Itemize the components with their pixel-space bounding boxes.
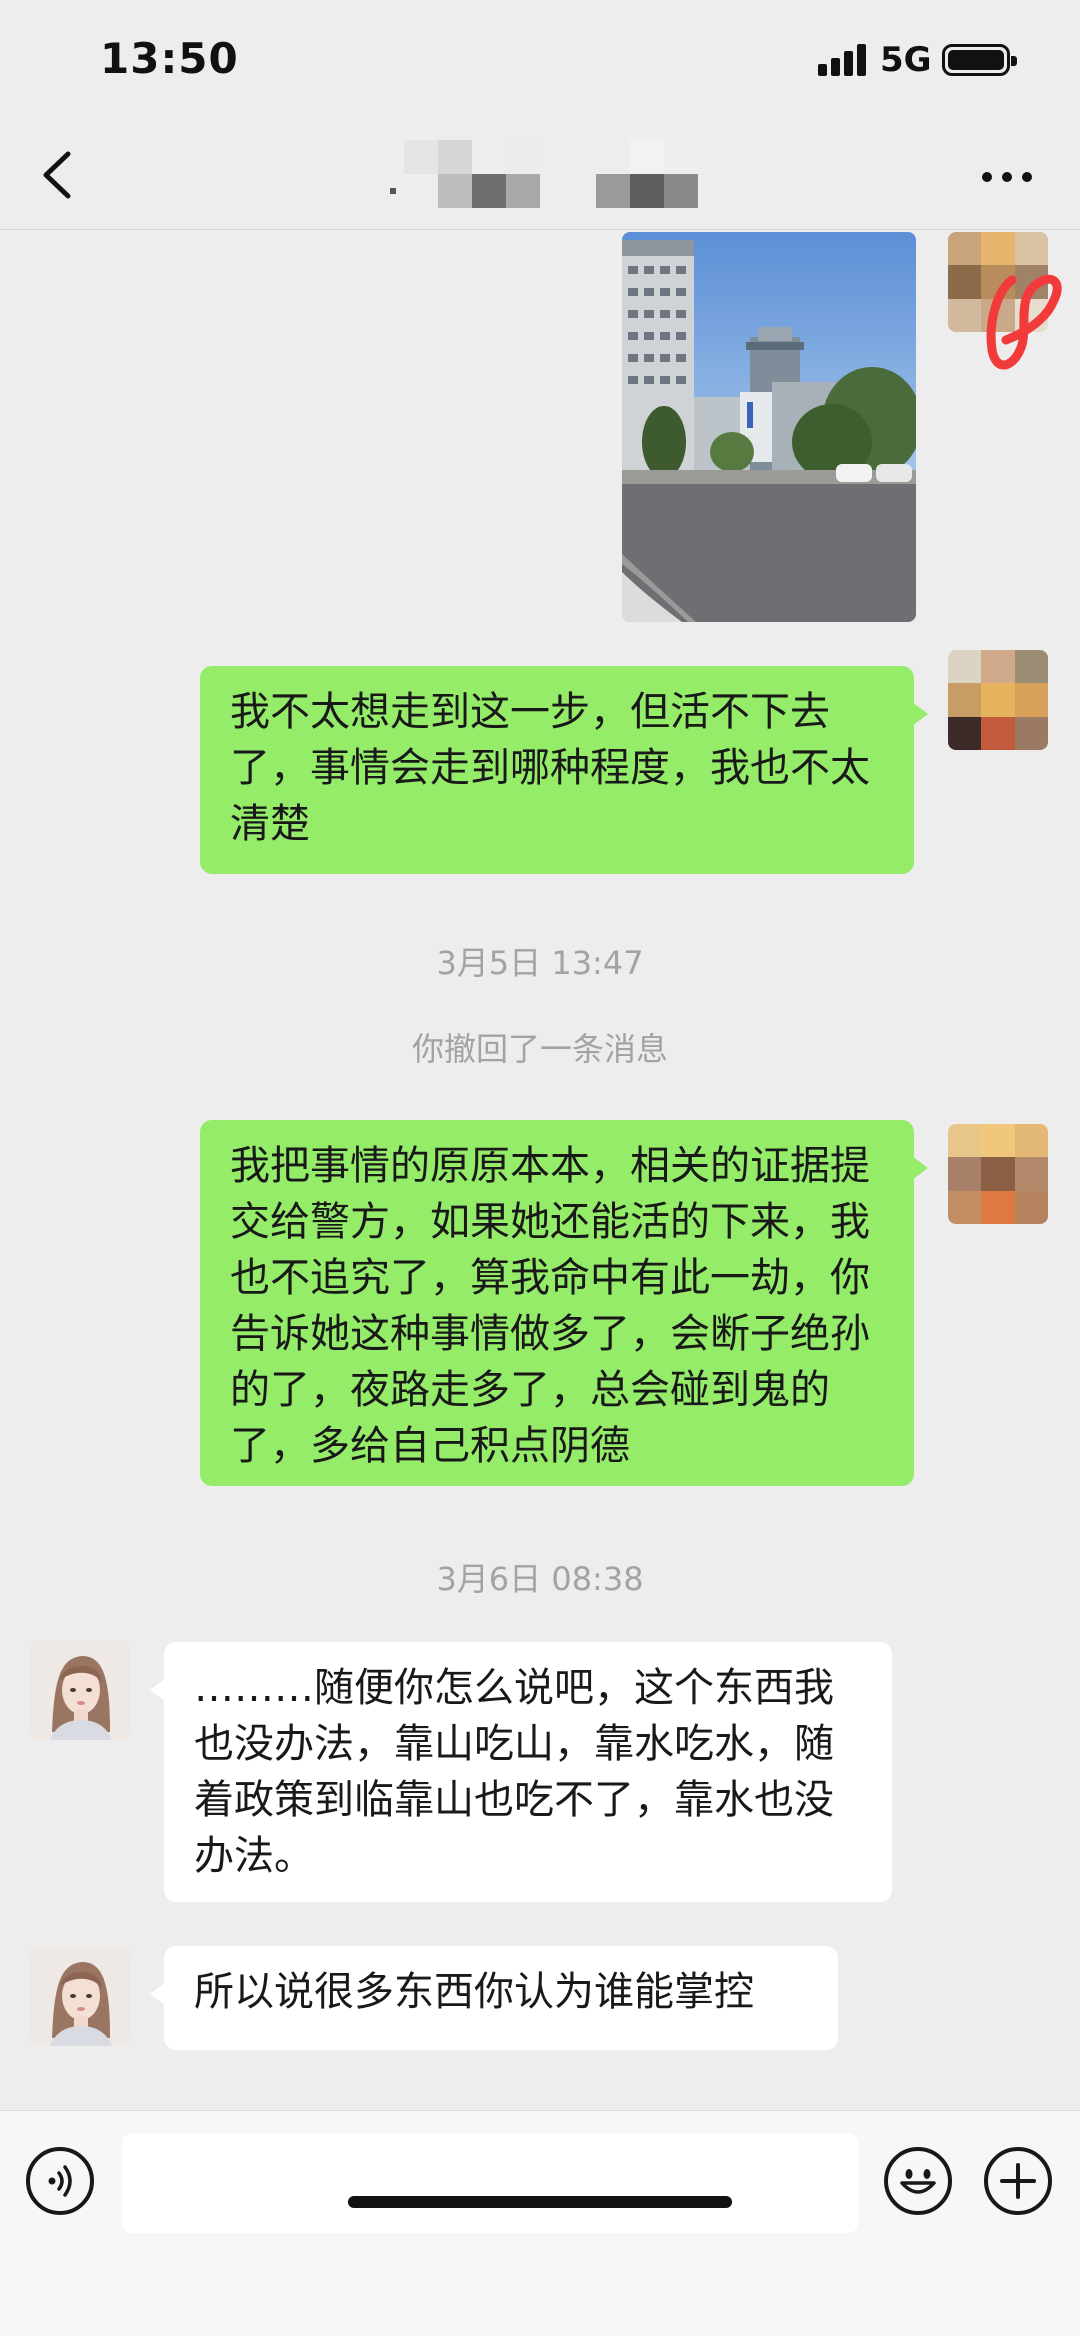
message-image[interactable] xyxy=(622,232,916,622)
my-avatar[interactable] xyxy=(948,650,1048,750)
message-bubble-sent[interactable]: 我把事情的原原本本，相关的证据提交给警方，如果她还能活的下来，我也不追究了，算我… xyxy=(200,1120,928,1486)
status-bar: 13:50 5G xyxy=(0,0,1080,120)
contact-avatar[interactable] xyxy=(30,1640,130,1740)
plus-icon[interactable] xyxy=(984,2147,1052,2215)
timestamp: 3月5日 13:47 xyxy=(436,944,644,982)
message-bubble-received[interactable]: ………随便你怎么说吧，这个东西我也没办法，靠山吃山，靠水吃水，随着政策到临靠山也… xyxy=(150,1642,892,1902)
chat-title-redacted xyxy=(390,138,700,208)
red-scribble-mark xyxy=(986,274,1062,370)
chevron-left-icon[interactable] xyxy=(34,148,84,202)
chat-header xyxy=(0,120,1080,230)
signal-icon xyxy=(818,44,870,76)
message-bubble-received[interactable]: 所以说很多东西你认为谁能掌控 xyxy=(150,1946,838,2050)
recall-notice: 你撤回了一条消息 xyxy=(411,1030,668,1068)
message-bubble-sent[interactable]: 我不太想走到这一步，但活不下去了，事情会走到哪种程度，我也不太清楚 xyxy=(200,666,928,874)
home-indicator[interactable] xyxy=(348,2196,732,2208)
building-photo xyxy=(622,232,916,622)
input-bar xyxy=(0,2110,1080,2336)
emoji-icon[interactable] xyxy=(884,2147,952,2215)
more-dots-icon[interactable] xyxy=(982,172,1032,184)
my-avatar[interactable] xyxy=(948,1124,1048,1224)
network-label: 5G xyxy=(880,40,932,80)
timestamp: 3月6日 08:38 xyxy=(436,1560,644,1598)
battery-icon xyxy=(942,44,1017,76)
status-time: 13:50 xyxy=(100,34,239,83)
contact-avatar[interactable] xyxy=(30,1946,130,2046)
message-input[interactable] xyxy=(122,2133,858,2233)
voice-icon[interactable] xyxy=(26,2147,94,2215)
